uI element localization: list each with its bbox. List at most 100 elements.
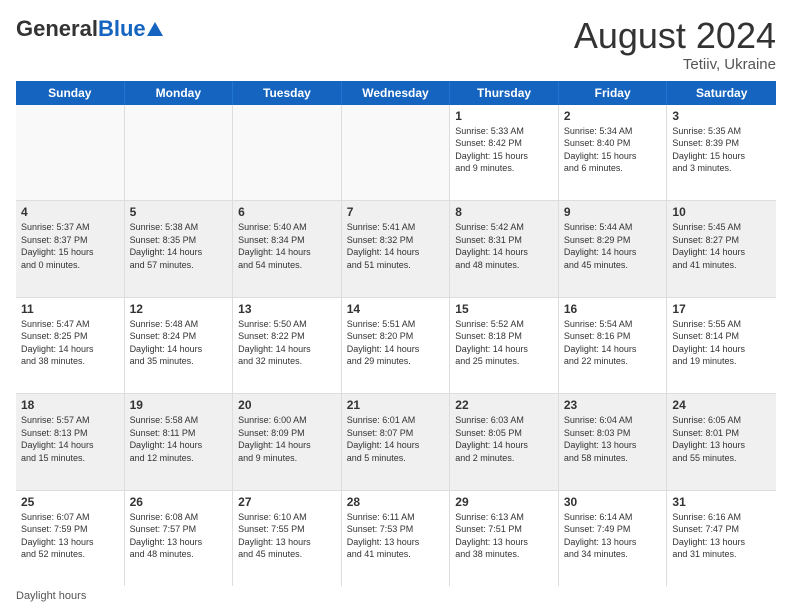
cal-cell: 17 Sunrise: 5:55 AM Sunset: 8:14 PM Dayli… bbox=[667, 298, 776, 393]
location: Tetiiv, Ukraine bbox=[574, 56, 776, 73]
day-info: Sunrise: 5:42 AM Sunset: 8:31 PM Dayligh… bbox=[455, 221, 553, 271]
cal-cell: 20 Sunrise: 6:00 AM Sunset: 8:09 PM Dayli… bbox=[233, 394, 342, 489]
day-info: Sunrise: 6:03 AM Sunset: 8:05 PM Dayligh… bbox=[455, 414, 553, 464]
header-cell-wednesday: Wednesday bbox=[342, 81, 451, 105]
day-number: 19 bbox=[130, 398, 228, 412]
cal-cell: 3Sunrise: 5:35 AM Sunset: 8:39 PM Daylig… bbox=[667, 105, 776, 200]
cal-cell: 21 Sunrise: 6:01 AM Sunset: 8:07 PM Dayli… bbox=[342, 394, 451, 489]
day-number: 28 bbox=[347, 495, 445, 509]
day-number: 11 bbox=[21, 302, 119, 316]
day-number: 14 bbox=[347, 302, 445, 316]
cal-cell: 2Sunrise: 5:34 AM Sunset: 8:40 PM Daylig… bbox=[559, 105, 668, 200]
day-number: 20 bbox=[238, 398, 336, 412]
day-number: 4 bbox=[21, 205, 119, 219]
calendar: SundayMondayTuesdayWednesdayThursdayFrid… bbox=[16, 81, 776, 586]
day-info: Sunrise: 5:48 AM Sunset: 8:24 PM Dayligh… bbox=[130, 318, 228, 368]
day-info: Sunrise: 5:47 AM Sunset: 8:25 PM Dayligh… bbox=[21, 318, 119, 368]
cal-cell bbox=[16, 105, 125, 200]
day-info: Sunrise: 6:04 AM Sunset: 8:03 PM Dayligh… bbox=[564, 414, 662, 464]
day-info: Sunrise: 5:50 AM Sunset: 8:22 PM Dayligh… bbox=[238, 318, 336, 368]
day-info: Sunrise: 6:01 AM Sunset: 8:07 PM Dayligh… bbox=[347, 414, 445, 464]
page: GeneralBlue August 2024 Tetiiv, Ukraine … bbox=[0, 0, 792, 612]
header: GeneralBlue August 2024 Tetiiv, Ukraine bbox=[16, 16, 776, 73]
day-number: 31 bbox=[672, 495, 771, 509]
day-info: Sunrise: 5:35 AM Sunset: 8:39 PM Dayligh… bbox=[672, 125, 771, 175]
cal-cell: 4 Sunrise: 5:37 AM Sunset: 8:37 PM Daylig… bbox=[16, 201, 125, 296]
day-number: 1 bbox=[455, 109, 553, 123]
cal-cell bbox=[233, 105, 342, 200]
day-info: Sunrise: 5:45 AM Sunset: 8:27 PM Dayligh… bbox=[672, 221, 771, 271]
day-info: Sunrise: 6:07 AM Sunset: 7:59 PM Dayligh… bbox=[21, 511, 119, 561]
cal-cell: 5 Sunrise: 5:38 AM Sunset: 8:35 PM Daylig… bbox=[125, 201, 234, 296]
day-info: Sunrise: 5:58 AM Sunset: 8:11 PM Dayligh… bbox=[130, 414, 228, 464]
day-info: Sunrise: 5:54 AM Sunset: 8:16 PM Dayligh… bbox=[564, 318, 662, 368]
day-number: 6 bbox=[238, 205, 336, 219]
day-info: Sunrise: 6:08 AM Sunset: 7:57 PM Dayligh… bbox=[130, 511, 228, 561]
day-info: Sunrise: 6:00 AM Sunset: 8:09 PM Dayligh… bbox=[238, 414, 336, 464]
cal-cell: 11 Sunrise: 5:47 AM Sunset: 8:25 PM Dayli… bbox=[16, 298, 125, 393]
day-info: Sunrise: 6:10 AM Sunset: 7:55 PM Dayligh… bbox=[238, 511, 336, 561]
day-info: Sunrise: 6:05 AM Sunset: 8:01 PM Dayligh… bbox=[672, 414, 771, 464]
day-info: Sunrise: 5:37 AM Sunset: 8:37 PM Dayligh… bbox=[21, 221, 119, 271]
day-number: 12 bbox=[130, 302, 228, 316]
day-number: 24 bbox=[672, 398, 771, 412]
cal-cell: 28 Sunrise: 6:11 AM Sunset: 7:53 PM Dayli… bbox=[342, 491, 451, 586]
day-info: Sunrise: 5:38 AM Sunset: 8:35 PM Dayligh… bbox=[130, 221, 228, 271]
cal-cell: 1 Sunrise: 5:33 AM Sunset: 8:42 PM Daylig… bbox=[450, 105, 559, 200]
logo-blue: Blue bbox=[98, 16, 146, 42]
day-info: Sunrise: 6:13 AM Sunset: 7:51 PM Dayligh… bbox=[455, 511, 553, 561]
cal-cell bbox=[342, 105, 451, 200]
header-cell-friday: Friday bbox=[559, 81, 668, 105]
cal-cell: 31Sunrise: 6:16 AM Sunset: 7:47 PM Dayli… bbox=[667, 491, 776, 586]
cal-cell: 18Sunrise: 5:57 AM Sunset: 8:13 PM Dayli… bbox=[16, 394, 125, 489]
cal-cell: 27Sunrise: 6:10 AM Sunset: 7:55 PM Dayli… bbox=[233, 491, 342, 586]
cal-cell: 16 Sunrise: 5:54 AM Sunset: 8:16 PM Dayli… bbox=[559, 298, 668, 393]
month-year: August 2024 bbox=[574, 16, 776, 56]
cal-cell: 30 Sunrise: 6:14 AM Sunset: 7:49 PM Dayli… bbox=[559, 491, 668, 586]
day-number: 23 bbox=[564, 398, 662, 412]
day-number: 26 bbox=[130, 495, 228, 509]
cal-cell: 7Sunrise: 5:41 AM Sunset: 8:32 PM Daylig… bbox=[342, 201, 451, 296]
day-number: 8 bbox=[455, 205, 553, 219]
week-row-2: 4 Sunrise: 5:37 AM Sunset: 8:37 PM Daylig… bbox=[16, 201, 776, 297]
cal-cell: 29 Sunrise: 6:13 AM Sunset: 7:51 PM Dayli… bbox=[450, 491, 559, 586]
calendar-body: 1 Sunrise: 5:33 AM Sunset: 8:42 PM Daylig… bbox=[16, 105, 776, 586]
week-row-5: 25Sunrise: 6:07 AM Sunset: 7:59 PM Dayli… bbox=[16, 491, 776, 586]
cal-cell: 25Sunrise: 6:07 AM Sunset: 7:59 PM Dayli… bbox=[16, 491, 125, 586]
day-number: 9 bbox=[564, 205, 662, 219]
day-number: 16 bbox=[564, 302, 662, 316]
footer: Daylight hours bbox=[16, 590, 776, 602]
day-info: Sunrise: 5:33 AM Sunset: 8:42 PM Dayligh… bbox=[455, 125, 553, 175]
calendar-header: SundayMondayTuesdayWednesdayThursdayFrid… bbox=[16, 81, 776, 105]
cal-cell: 23 Sunrise: 6:04 AM Sunset: 8:03 PM Dayli… bbox=[559, 394, 668, 489]
day-info: Sunrise: 5:55 AM Sunset: 8:14 PM Dayligh… bbox=[672, 318, 771, 368]
header-cell-monday: Monday bbox=[125, 81, 234, 105]
cal-cell: 9Sunrise: 5:44 AM Sunset: 8:29 PM Daylig… bbox=[559, 201, 668, 296]
cal-cell: 19 Sunrise: 5:58 AM Sunset: 8:11 PM Dayli… bbox=[125, 394, 234, 489]
header-cell-saturday: Saturday bbox=[667, 81, 776, 105]
logo: GeneralBlue bbox=[16, 16, 164, 42]
day-info: Sunrise: 6:11 AM Sunset: 7:53 PM Dayligh… bbox=[347, 511, 445, 561]
logo-icon bbox=[146, 20, 164, 38]
day-number: 22 bbox=[455, 398, 553, 412]
cal-cell: 13 Sunrise: 5:50 AM Sunset: 8:22 PM Dayli… bbox=[233, 298, 342, 393]
logo-text: GeneralBlue bbox=[16, 16, 164, 42]
week-row-1: 1 Sunrise: 5:33 AM Sunset: 8:42 PM Daylig… bbox=[16, 105, 776, 201]
day-info: Sunrise: 6:14 AM Sunset: 7:49 PM Dayligh… bbox=[564, 511, 662, 561]
day-number: 17 bbox=[672, 302, 771, 316]
day-number: 13 bbox=[238, 302, 336, 316]
day-info: Sunrise: 5:41 AM Sunset: 8:32 PM Dayligh… bbox=[347, 221, 445, 271]
cal-cell: 26 Sunrise: 6:08 AM Sunset: 7:57 PM Dayli… bbox=[125, 491, 234, 586]
day-number: 30 bbox=[564, 495, 662, 509]
day-number: 10 bbox=[672, 205, 771, 219]
day-info: Sunrise: 5:52 AM Sunset: 8:18 PM Dayligh… bbox=[455, 318, 553, 368]
day-number: 5 bbox=[130, 205, 228, 219]
day-number: 21 bbox=[347, 398, 445, 412]
day-number: 2 bbox=[564, 109, 662, 123]
day-number: 18 bbox=[21, 398, 119, 412]
cal-cell: 10 Sunrise: 5:45 AM Sunset: 8:27 PM Dayli… bbox=[667, 201, 776, 296]
cal-cell bbox=[125, 105, 234, 200]
cal-cell: 8 Sunrise: 5:42 AM Sunset: 8:31 PM Daylig… bbox=[450, 201, 559, 296]
day-number: 29 bbox=[455, 495, 553, 509]
day-info: Sunrise: 5:40 AM Sunset: 8:34 PM Dayligh… bbox=[238, 221, 336, 271]
